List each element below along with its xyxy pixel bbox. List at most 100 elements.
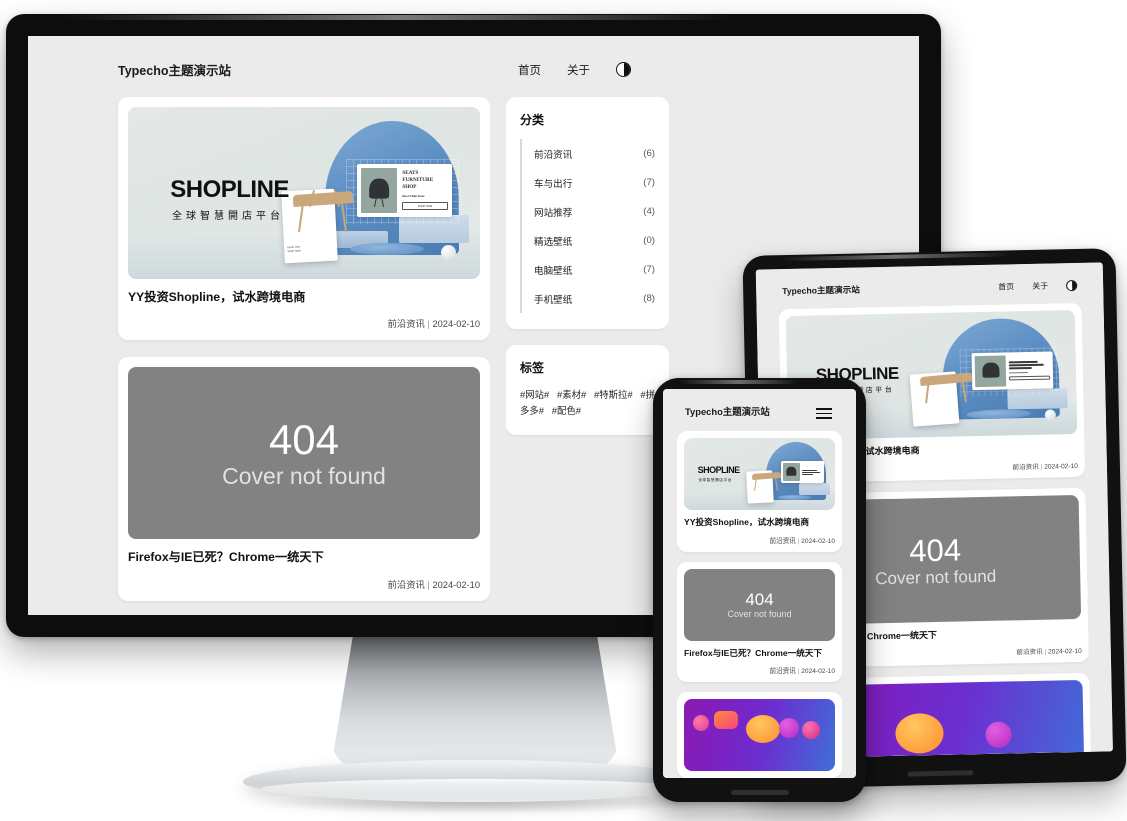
category-item[interactable]: 手机壁纸 (8) — [534, 284, 655, 313]
post-cover-placeholder: 404 Cover not found — [684, 568, 835, 641]
meta-separator: | — [1040, 463, 1043, 471]
post-cover-shopline: SHOPLINE 全球智慧開店平台 — [684, 438, 835, 510]
category-item[interactable]: 前沿资讯 (6) — [534, 139, 655, 168]
category-count: (7) — [643, 177, 655, 188]
post-date: 2024-02-10 — [1048, 648, 1082, 656]
post-category[interactable]: 前沿资讯 — [769, 668, 795, 675]
post-cover-social — [684, 699, 835, 772]
cover-screen-heading: SEATS FURNITURE SHOP — [402, 170, 447, 191]
post-date: 2024-02-10 — [1044, 463, 1079, 471]
widget-title-tags: 标签 — [520, 361, 545, 375]
tag-item[interactable]: #配色# — [552, 405, 581, 416]
meta-separator: | — [797, 668, 800, 676]
cover-404-message: Cover not found — [727, 608, 792, 619]
post-list-column: SEATS FURNITURE SHOP Best Chair Ever SHO… — [90, 97, 490, 615]
post-title[interactable]: Firefox与IE已死？Chrome一统天下 — [128, 549, 480, 565]
post-category[interactable]: 前沿资讯 — [1012, 464, 1039, 472]
post-category[interactable]: 前沿资讯 — [388, 319, 425, 329]
tag-item[interactable]: #网站# — [520, 389, 549, 400]
site-header: Typecho主题演示站 首页 关于 — [28, 36, 919, 93]
category-count: (6) — [643, 148, 655, 159]
cover-screen-heading-2: FURNITURE — [402, 177, 434, 184]
category-label: 车与出行 — [534, 178, 573, 190]
half-circle-contrast-icon[interactable] — [616, 62, 631, 77]
hamburger-menu-icon[interactable] — [816, 408, 832, 419]
category-count: (8) — [643, 293, 655, 304]
phone-home-indicator — [730, 790, 789, 795]
site-brand[interactable]: Typecho主题演示站 — [782, 284, 860, 298]
category-count: (4) — [643, 206, 655, 217]
post-cover-shopline: SEATS FURNITURE SHOP Best Chair Ever SHO… — [128, 107, 480, 279]
nav-about[interactable]: 关于 — [567, 62, 590, 78]
post-card[interactable]: SHOPLINE 全球智慧開店平台 YY投资Shopline，试水跨境电商 前沿… — [677, 431, 842, 552]
post-title[interactable]: YY投资Shopline，试水跨境电商 — [684, 517, 835, 529]
category-item[interactable]: 精选壁纸 (0) — [534, 226, 655, 255]
site-nav: 首页 关于 — [518, 62, 631, 78]
nav-home[interactable]: 首页 — [998, 281, 1014, 292]
cover-screen-heading-1: SEATS — [402, 170, 419, 177]
tag-list: #网站# #素材# #特斯拉# #拼多多# #配色# — [520, 387, 655, 419]
category-item[interactable]: 电脑壁纸 (7) — [534, 255, 655, 284]
category-count: (7) — [643, 264, 655, 275]
site-nav: 首页 关于 — [998, 279, 1078, 292]
post-card[interactable]: 404 Cover not found Firefox与IE已死？Chrome一… — [677, 561, 842, 683]
post-date: 2024-02-10 — [801, 537, 835, 545]
category-label: 电脑壁纸 — [534, 265, 573, 277]
site-brand[interactable]: Typecho主题演示站 — [118, 60, 231, 79]
site-nav — [816, 408, 832, 419]
widget-tags: 标签 #网站# #素材# #特斯拉# #拼多多# #配色# — [506, 345, 669, 435]
post-meta: 前沿资讯 | 2024-02-10 — [684, 535, 835, 545]
nav-about[interactable]: 关于 — [1032, 280, 1048, 291]
shopline-tagline: 全球智慧開店平台 — [698, 478, 732, 483]
shopline-tagline: 全球智慧開店平台 — [172, 210, 284, 222]
mockup-stage: Typecho主题演示站 首页 关于 SEATS FURNITURE SHOP … — [0, 0, 1127, 821]
category-count: (0) — [643, 235, 655, 246]
post-category[interactable]: 前沿资讯 — [769, 538, 795, 545]
widget-categories: 分类 前沿资讯 (6) 车与出行 (7) 网站推荐 (4) 精选壁纸 (0) 电… — [506, 97, 669, 329]
cover-screen-shop-button: SHOP NOW — [402, 202, 448, 211]
post-card[interactable]: 404 Cover not found Firefox与IE已死？Chrome一… — [118, 357, 490, 601]
post-title[interactable]: Firefox与IE已死？Chrome一统天下 — [684, 648, 835, 660]
nav-home[interactable]: 首页 — [518, 62, 541, 78]
post-date: 2024-02-10 — [432, 579, 480, 590]
cover-404-code: 404 — [908, 532, 962, 569]
post-cover-placeholder: 404 Cover not found — [128, 367, 480, 540]
phone-device: Typecho主题演示站 SHOPLINE 全球智慧開店平台 YY投资Shopl… — [653, 378, 866, 802]
shopline-logo-text: SHOPLINE — [170, 175, 289, 203]
cover-screen-heading-3: SHOP — [402, 184, 417, 191]
post-list-column: SHOPLINE 全球智慧開店平台 YY投资Shopline，试水跨境电商 前沿… — [677, 431, 842, 778]
site-brand[interactable]: Typecho主题演示站 — [685, 405, 773, 419]
category-list: 前沿资讯 (6) 车与出行 (7) 网站推荐 (4) 精选壁纸 (0) 电脑壁纸… — [520, 139, 655, 313]
monitor-stand-base — [243, 760, 708, 802]
post-category[interactable]: 前沿资讯 — [388, 580, 425, 590]
phone-screen: Typecho主题演示站 SHOPLINE 全球智慧開店平台 YY投资Shopl… — [663, 389, 856, 778]
tag-item[interactable]: #特斯拉# — [594, 389, 633, 400]
category-label: 网站推荐 — [534, 207, 573, 219]
cover-404-message: Cover not found — [222, 462, 386, 489]
cover-404-code: 404 — [268, 415, 340, 463]
cover-404-code: 404 — [745, 589, 774, 609]
meta-separator: | — [427, 319, 430, 330]
meta-separator: | — [1044, 648, 1047, 657]
category-item[interactable]: 车与出行 (7) — [534, 168, 655, 197]
post-meta: 前沿资讯 | 2024-02-10 — [128, 577, 480, 591]
post-meta: 前沿资讯 | 2024-02-10 — [684, 665, 835, 675]
cover-404-message: Cover not found — [875, 566, 997, 588]
post-date: 2024-02-10 — [801, 668, 835, 676]
post-card[interactable]: SEATS FURNITURE SHOP Best Chair Ever SHO… — [118, 97, 490, 341]
meta-separator: | — [427, 579, 430, 590]
phone-site-view: Typecho主题演示站 SHOPLINE 全球智慧開店平台 YY投资Shopl… — [663, 389, 856, 778]
post-category[interactable]: 前沿资讯 — [1016, 649, 1043, 657]
cover-screen-sub: Best Chair Ever — [402, 194, 425, 199]
post-title[interactable]: YY投资Shopline，试水跨境电商 — [128, 289, 480, 305]
sidebar-column: 分类 前沿资讯 (6) 车与出行 (7) 网站推荐 (4) 精选壁纸 (0) 电… — [506, 97, 669, 615]
shopline-logo-text: SHOPLINE — [697, 465, 741, 476]
meta-separator: | — [797, 537, 800, 545]
category-label: 精选壁纸 — [534, 236, 573, 248]
post-card[interactable] — [677, 692, 842, 778]
category-label: 手机壁纸 — [534, 294, 573, 306]
monitor-stand-neck — [330, 634, 620, 774]
half-circle-contrast-icon[interactable] — [1066, 279, 1078, 291]
category-item[interactable]: 网站推荐 (4) — [534, 197, 655, 226]
tag-item[interactable]: #素材# — [557, 389, 586, 400]
